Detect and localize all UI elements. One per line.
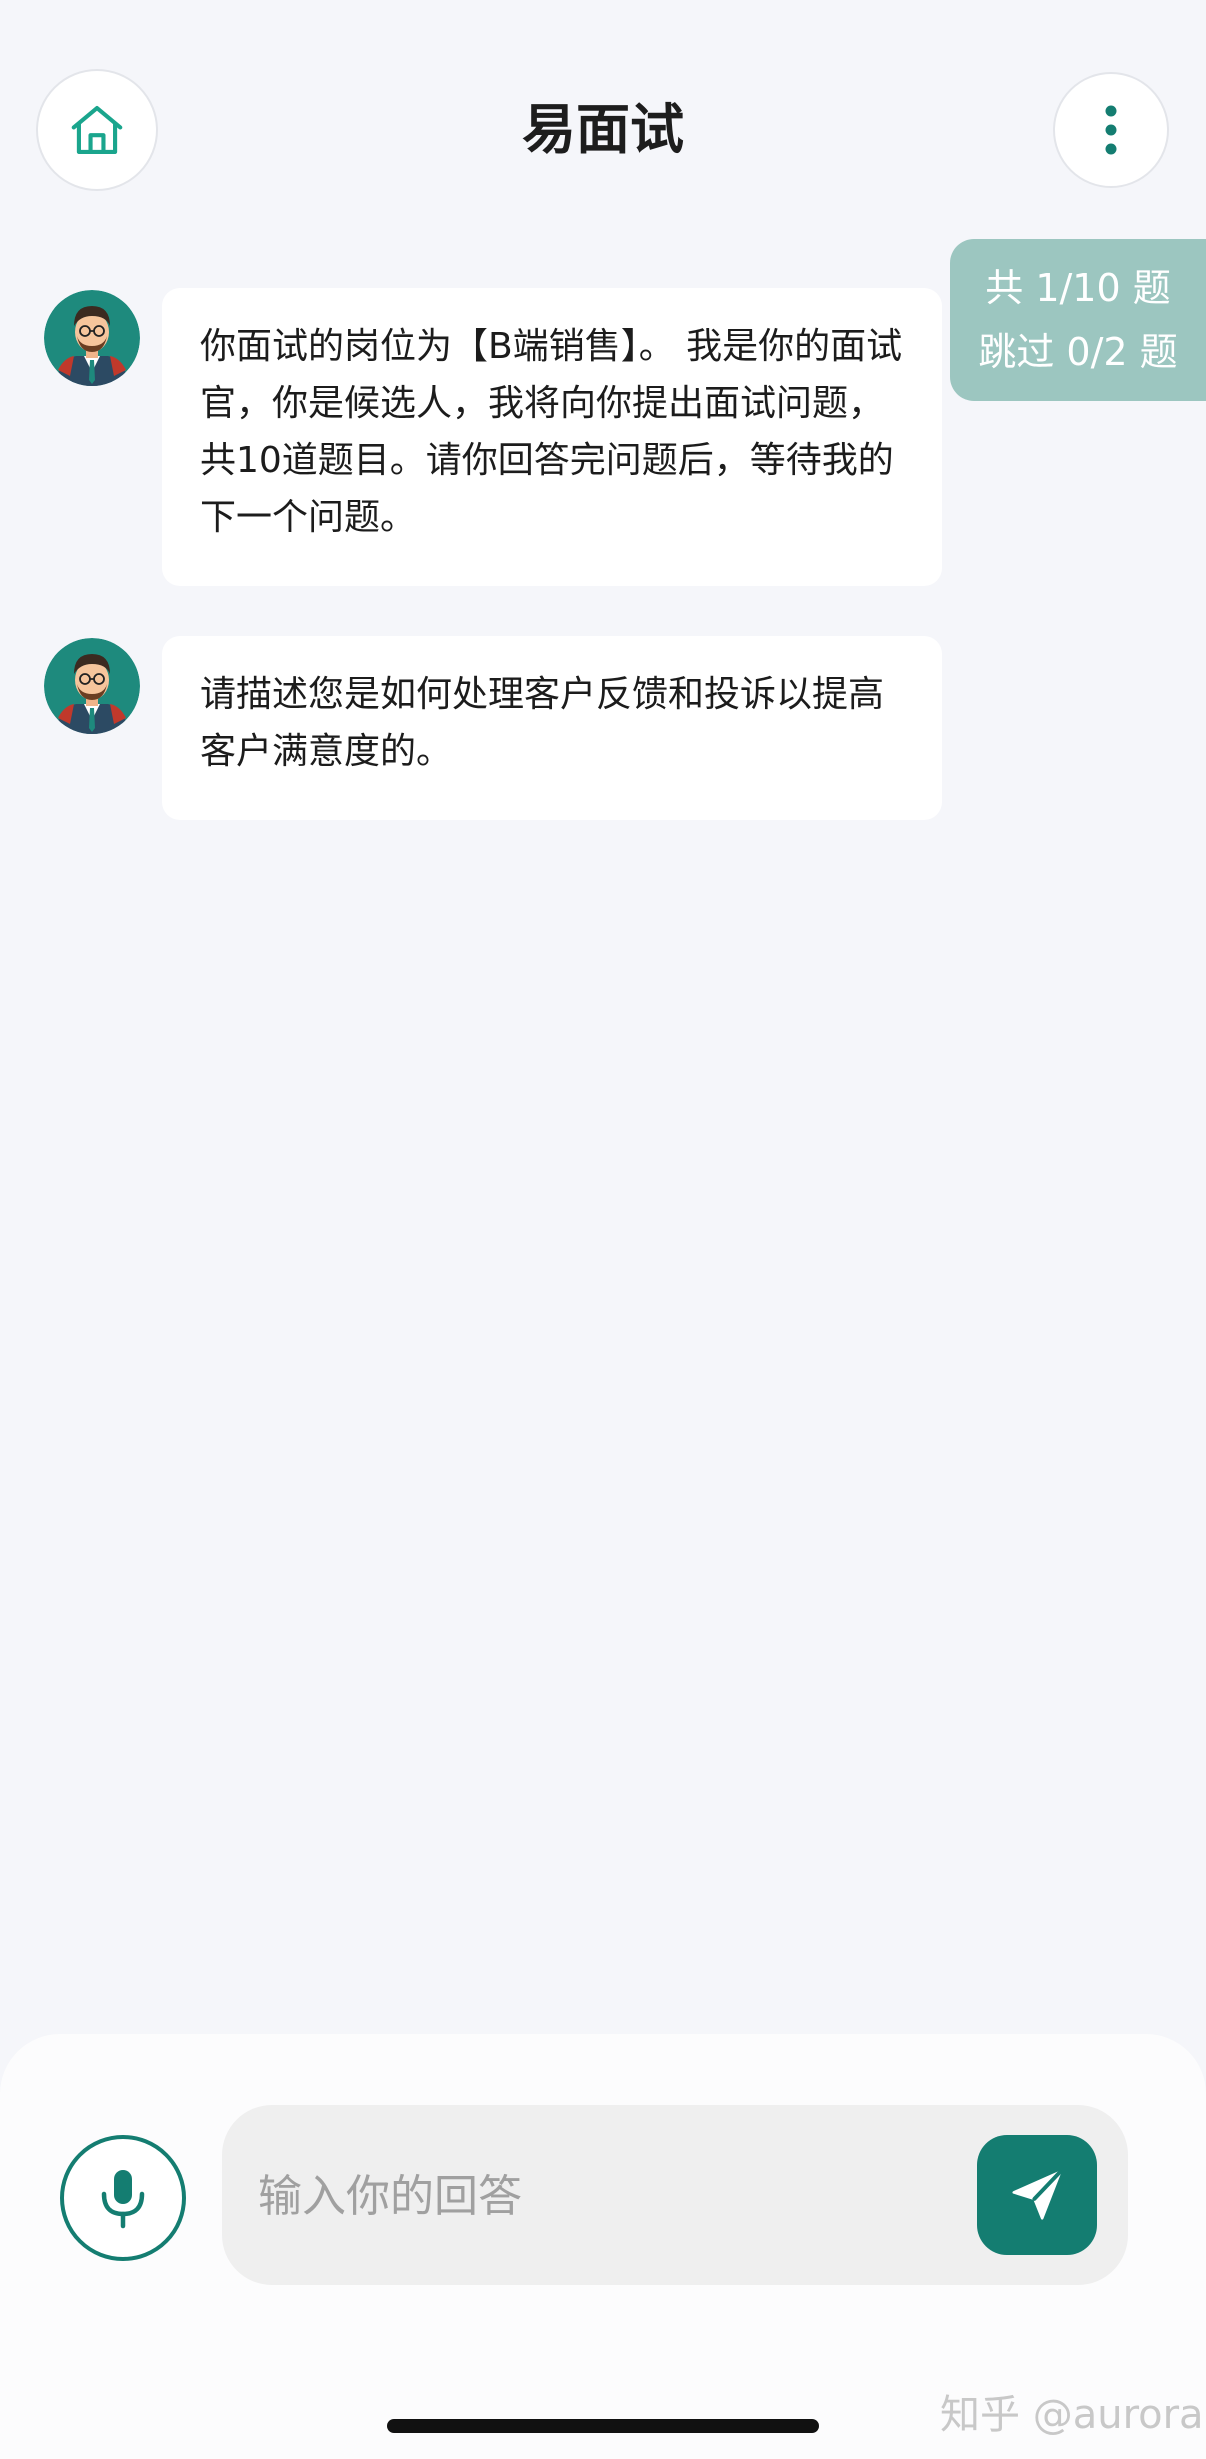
interviewer-avatar xyxy=(44,290,140,386)
voice-input-button[interactable] xyxy=(60,2135,186,2261)
microphone-icon xyxy=(101,2170,145,2229)
progress-badge: 共 1/10 题 跳过 0/2 题 xyxy=(950,239,1206,401)
home-indicator[interactable] xyxy=(387,2419,819,2433)
message-text: 你面试的岗位为【B端销售】。 我是你的面试官，你是候选人，我将向你提出面试问题，… xyxy=(200,326,903,538)
answer-input-container xyxy=(222,2105,1128,2285)
message-text: 请描述您是如何处理客户反馈和投诉以提高客户满意度的。 xyxy=(200,674,885,772)
send-icon xyxy=(1012,2169,1063,2220)
more-menu-button[interactable] xyxy=(1053,72,1169,188)
header-bar: 易面试 xyxy=(0,0,1206,230)
question-progress-text: 共 1/10 题 xyxy=(985,266,1171,310)
interviewer-avatar xyxy=(44,638,140,734)
page-title: 易面试 xyxy=(522,98,684,161)
interviewer-message-bubble: 你面试的岗位为【B端销售】。 我是你的面试官，你是候选人，我将向你提出面试问题，… xyxy=(162,288,942,586)
skip-progress-text: 跳过 0/2 题 xyxy=(978,330,1178,374)
watermark: 知乎 @aurora xyxy=(940,2392,1204,2438)
answer-input[interactable] xyxy=(256,2145,960,2247)
send-button[interactable] xyxy=(977,2135,1097,2255)
more-vertical-icon xyxy=(1105,105,1117,155)
interviewer-message-bubble: 请描述您是如何处理客户反馈和投诉以提高客户满意度的。 xyxy=(162,636,942,820)
